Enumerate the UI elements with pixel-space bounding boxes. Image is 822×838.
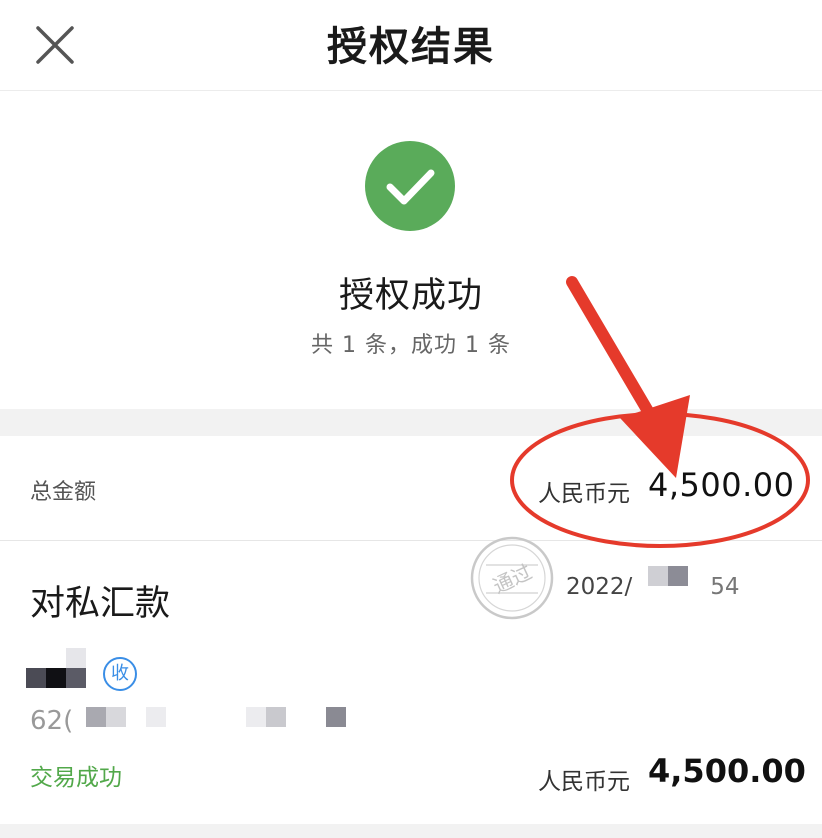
redaction-block <box>66 668 86 688</box>
redaction-block <box>266 707 286 727</box>
redaction-block <box>668 566 688 586</box>
total-amount-row: 总金额 人民币元 4,500.00 <box>0 436 822 541</box>
redaction-block <box>146 707 166 727</box>
redaction-block <box>86 707 106 727</box>
transaction-date-value: 2022/ <box>566 574 633 600</box>
transaction-date-tail: 54 <box>710 574 740 600</box>
total-label: 总金额 <box>30 480 97 505</box>
redaction-block <box>66 648 86 668</box>
check-circle-icon <box>364 140 456 232</box>
result-summary: 共 1 条，成功 1 条 <box>311 333 511 358</box>
transaction-currency: 人民币元 <box>538 769 630 795</box>
account-number: 62( <box>30 706 74 736</box>
section-divider <box>0 409 822 436</box>
redaction-block <box>246 707 266 727</box>
total-amount: 4,500.00 <box>648 466 795 504</box>
redaction-block <box>326 707 346 727</box>
receive-badge: 收 <box>103 657 137 691</box>
page-title: 授权结果 <box>327 24 495 70</box>
redaction-block <box>26 668 46 688</box>
transaction-amount: 4,500.00 <box>648 752 806 790</box>
total-currency: 人民币元 <box>538 481 630 507</box>
redaction-block <box>46 668 66 688</box>
header-bar: 授权结果 <box>0 0 822 91</box>
redaction-block <box>106 707 126 727</box>
redaction-block <box>648 566 668 586</box>
approved-stamp: 通过 <box>464 535 560 621</box>
result-title: 授权成功 <box>338 276 483 316</box>
transaction-type: 对私汇款 <box>30 584 171 624</box>
bottom-divider <box>0 824 822 838</box>
result-section: 授权成功 共 1 条，成功 1 条 <box>0 91 822 409</box>
transaction-status: 交易成功 <box>30 765 122 791</box>
